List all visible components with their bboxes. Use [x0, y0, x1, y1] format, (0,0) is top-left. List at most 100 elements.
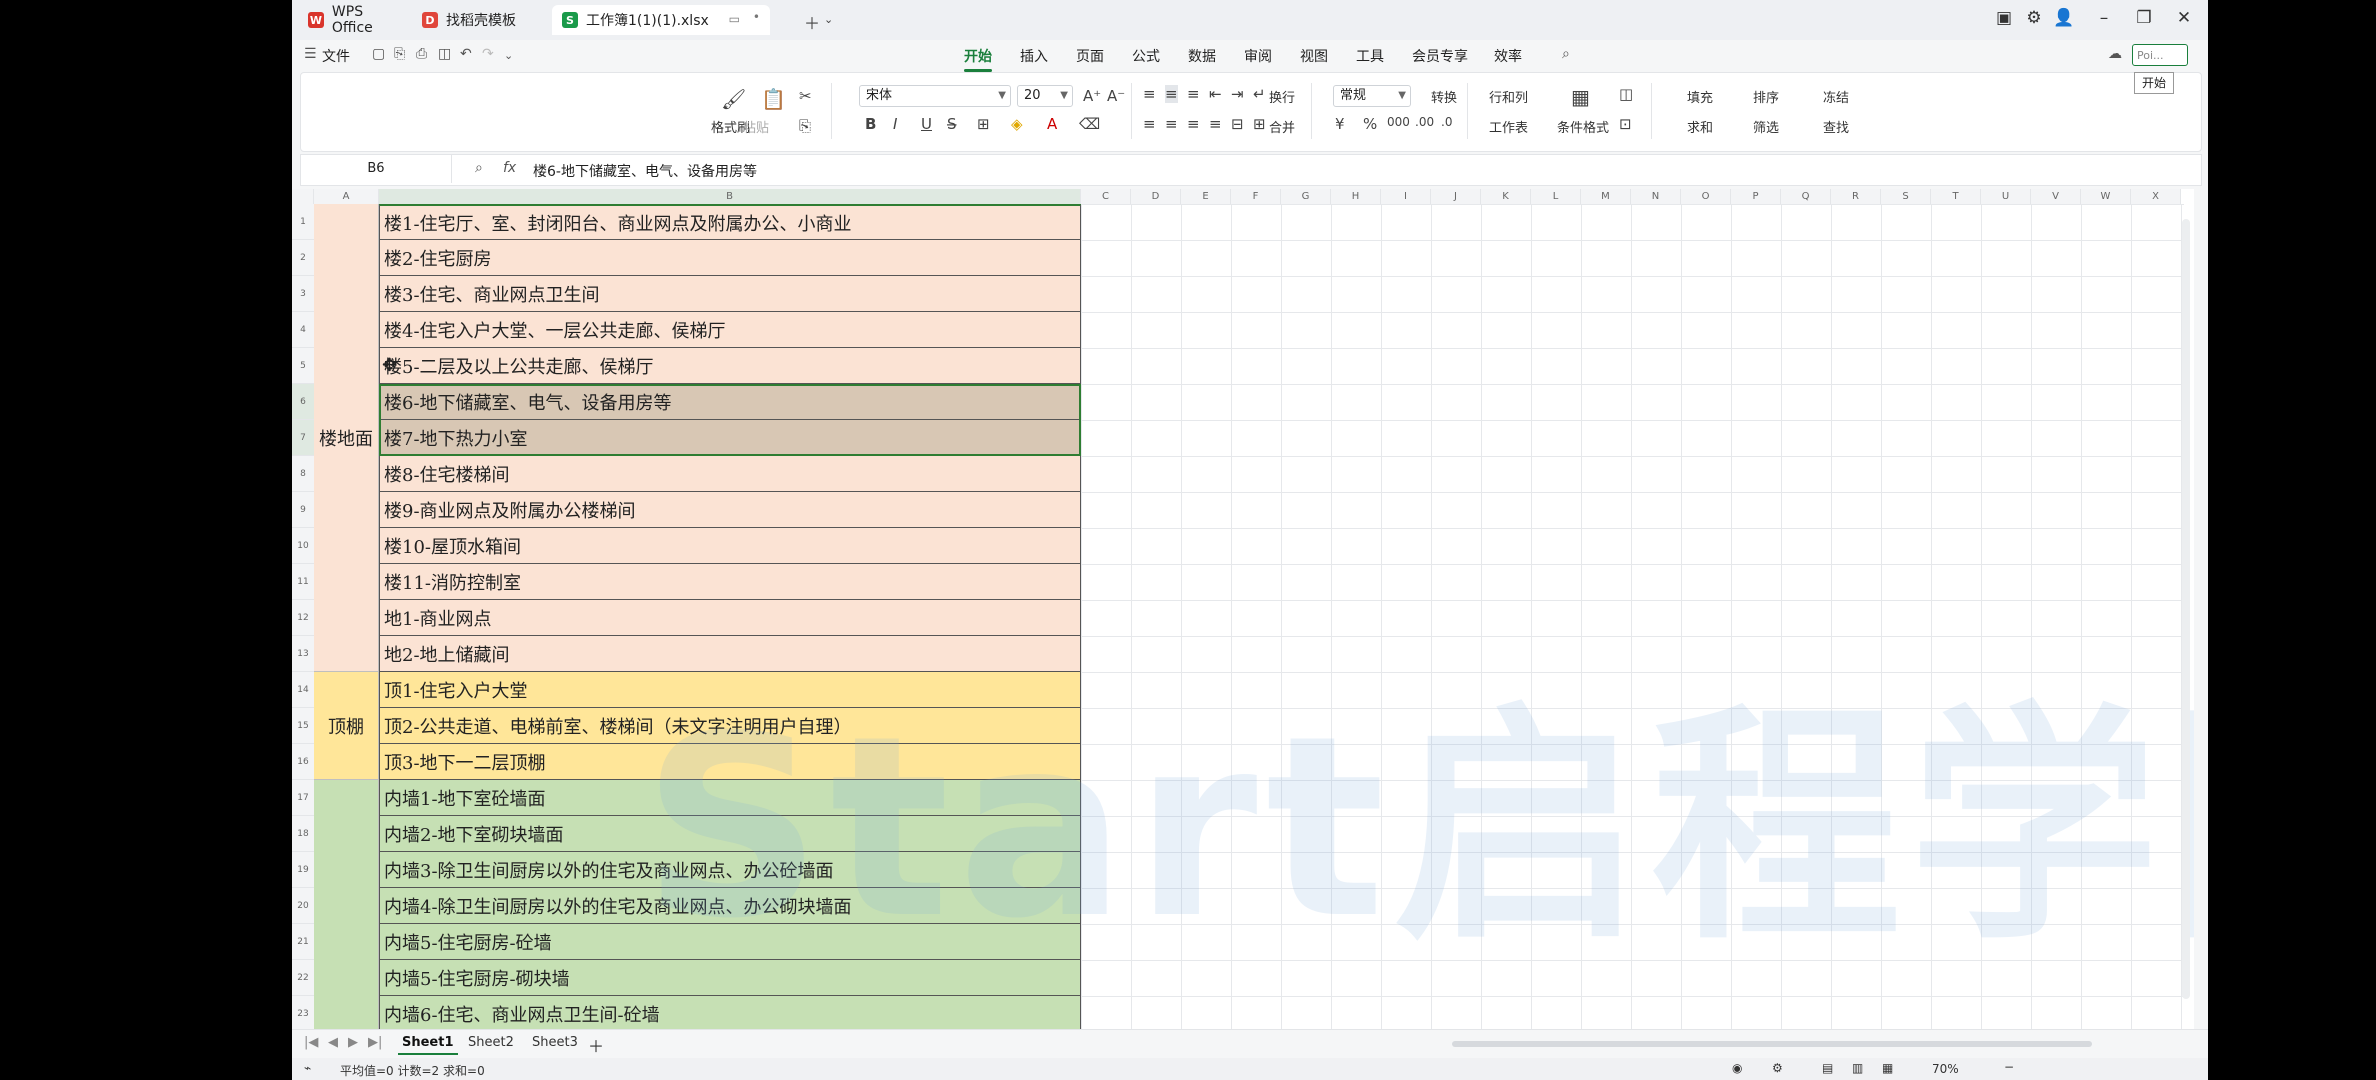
row-header[interactable]: 23: [292, 996, 314, 1029]
function-icon[interactable]: fx: [503, 160, 516, 176]
find-button[interactable]: 查找: [1823, 117, 1849, 136]
close-icon[interactable]: ✕: [2172, 8, 2196, 28]
cell-b15[interactable]: 顶2-公共走道、电梯前室、楼梯间（未文字注明用户自理）: [379, 708, 1081, 744]
file-menu[interactable]: 文件: [322, 46, 350, 66]
menu-view[interactable]: 视图: [1300, 46, 1328, 66]
sort-button[interactable]: 排序: [1753, 87, 1779, 106]
layout-view-icon[interactable]: ▦: [1882, 1061, 1893, 1075]
align-top-icon[interactable]: ≡: [1143, 85, 1156, 103]
row-header[interactable]: 6: [292, 384, 314, 420]
column-header-f[interactable]: F: [1231, 189, 1281, 204]
search-box[interactable]: Poi...: [2132, 44, 2188, 66]
percent-icon[interactable]: %: [1363, 115, 1377, 133]
column-header-o[interactable]: O: [1681, 189, 1731, 204]
font-color-icon[interactable]: A: [1047, 115, 1057, 133]
preview-icon[interactable]: ◫: [438, 46, 451, 62]
paste-icon[interactable]: 📋: [761, 87, 786, 111]
thousands-icon[interactable]: 000: [1387, 115, 1410, 129]
zoom-level[interactable]: 70%: [1932, 1062, 1959, 1076]
row-header[interactable]: 12: [292, 600, 314, 636]
column-header-r[interactable]: R: [1831, 189, 1881, 204]
cell-b3[interactable]: 楼3-住宅、商业网点卫生间: [379, 276, 1081, 312]
column-header-h[interactable]: H: [1331, 189, 1381, 204]
cell-b1[interactable]: 楼1-住宅厅、室、封闭阳台、商业网点及附属办公、小商业: [379, 204, 1081, 240]
select-all-corner[interactable]: [292, 189, 314, 204]
fill-color-icon[interactable]: ◈: [1011, 115, 1023, 133]
row-header[interactable]: 18: [292, 816, 314, 852]
tab-templates[interactable]: D 找稻壳模板: [412, 5, 536, 35]
export-icon[interactable]: ⎘: [394, 46, 405, 62]
currency-icon[interactable]: ¥: [1335, 115, 1345, 133]
cloud-icon[interactable]: ☁: [2108, 46, 2122, 62]
cell-b16[interactable]: 顶3-地下一二层顶棚: [379, 744, 1081, 780]
horizontal-scrollbar[interactable]: [1452, 1041, 2092, 1047]
column-header-c[interactable]: C: [1081, 189, 1131, 204]
row-header[interactable]: 13: [292, 636, 314, 672]
vertical-scrollbar[interactable]: [2182, 219, 2190, 999]
freeze-button[interactable]: 冻结: [1823, 87, 1849, 106]
column-header-j[interactable]: J: [1431, 189, 1481, 204]
restore-icon[interactable]: ❐: [2132, 8, 2156, 28]
eye-icon[interactable]: ◉: [1732, 1061, 1742, 1075]
more-chevron-icon[interactable]: ⌄: [504, 49, 513, 62]
row-header[interactable]: 1: [292, 204, 314, 240]
cell-b4[interactable]: 楼4-住宅入户大堂、一层公共走廊、侯梯厅: [379, 312, 1081, 348]
minimize-icon[interactable]: –: [2092, 8, 2116, 28]
align-bottom-icon[interactable]: ≡: [1187, 85, 1200, 103]
column-header-v[interactable]: V: [2031, 189, 2081, 204]
row-header[interactable]: 10: [292, 528, 314, 564]
cell-b5[interactable]: 楼5-二层及以上公共走廊、侯梯厅: [379, 348, 1081, 384]
align-right-icon[interactable]: ≡: [1187, 115, 1200, 133]
save-icon[interactable]: ▢: [372, 46, 385, 62]
cell-b9[interactable]: 楼9-商业网点及附属办公楼梯间: [379, 492, 1081, 528]
monitor-icon[interactable]: ▭: [729, 12, 740, 26]
wrap-button[interactable]: 换行: [1269, 87, 1295, 106]
column-header-d[interactable]: D: [1131, 189, 1181, 204]
menu-toggle-icon[interactable]: ☰: [304, 46, 317, 62]
settings-icon[interactable]: ⚙: [1772, 1061, 1783, 1075]
align-middle-icon[interactable]: ≡: [1165, 85, 1178, 103]
tab-close-icon[interactable]: •: [753, 10, 760, 24]
tab-wps-office[interactable]: W WPS Office: [298, 4, 408, 36]
column-header-l[interactable]: L: [1531, 189, 1581, 204]
cell-b22[interactable]: 内墙5-住宅厨房-砌块墙: [379, 960, 1081, 996]
column-header-u[interactable]: U: [1981, 189, 2031, 204]
clear-icon[interactable]: ⌫: [1079, 115, 1100, 133]
conditional-format-button[interactable]: 条件格式: [1557, 117, 1609, 136]
column-header-b[interactable]: B: [379, 189, 1081, 204]
avatar-icon[interactable]: 👤: [2052, 8, 2076, 28]
decrease-font-icon[interactable]: A⁻: [1107, 87, 1125, 105]
undo-icon[interactable]: ↶: [460, 46, 472, 62]
bold-icon[interactable]: B: [865, 115, 876, 133]
last-sheet-icon[interactable]: ▶|: [368, 1035, 382, 1050]
name-box[interactable]: B6: [301, 155, 452, 183]
align-center-icon[interactable]: ≡: [1165, 115, 1178, 133]
zoom-icon[interactable]: ⌕: [475, 160, 483, 176]
strikethrough-icon[interactable]: S̶: [947, 115, 957, 133]
font-size-select[interactable]: 20 ▼: [1017, 85, 1073, 107]
cell-b11[interactable]: 楼11-消防控制室: [379, 564, 1081, 600]
row-header[interactable]: 17: [292, 780, 314, 816]
column-header-k[interactable]: K: [1481, 189, 1531, 204]
sheet-tab-3[interactable]: Sheet3: [532, 1035, 578, 1050]
sheet-button[interactable]: 工作表: [1489, 117, 1528, 136]
cell-a-group-2[interactable]: 顶棚: [314, 672, 379, 780]
paste-label[interactable]: 粘贴: [743, 117, 769, 136]
column-header-x[interactable]: X: [2131, 189, 2181, 204]
font-family-select[interactable]: 宋体 ▼: [859, 85, 1011, 107]
row-header[interactable]: 9: [292, 492, 314, 528]
column-header-m[interactable]: M: [1581, 189, 1631, 204]
cell-b7[interactable]: 楼7-地下热力小室: [379, 420, 1081, 456]
cell-b6[interactable]: 楼6-地下储藏室、电气、设备用房等: [379, 384, 1081, 420]
row-header[interactable]: 5: [292, 348, 314, 384]
cut-icon[interactable]: ✂: [799, 87, 812, 105]
cell-b12[interactable]: 地1-商业网点: [379, 600, 1081, 636]
layout-icon[interactable]: ▣: [1992, 8, 2016, 28]
normal-view-icon[interactable]: ▤: [1822, 1061, 1833, 1075]
cell-b13[interactable]: 地2-地上储藏间: [379, 636, 1081, 672]
cell-b18[interactable]: 内墙2-地下室砌块墙面: [379, 816, 1081, 852]
sum-button[interactable]: 求和: [1687, 117, 1713, 136]
row-header[interactable]: 11: [292, 564, 314, 600]
menu-insert[interactable]: 插入: [1020, 46, 1048, 66]
border-icon[interactable]: ⊞: [977, 115, 990, 133]
